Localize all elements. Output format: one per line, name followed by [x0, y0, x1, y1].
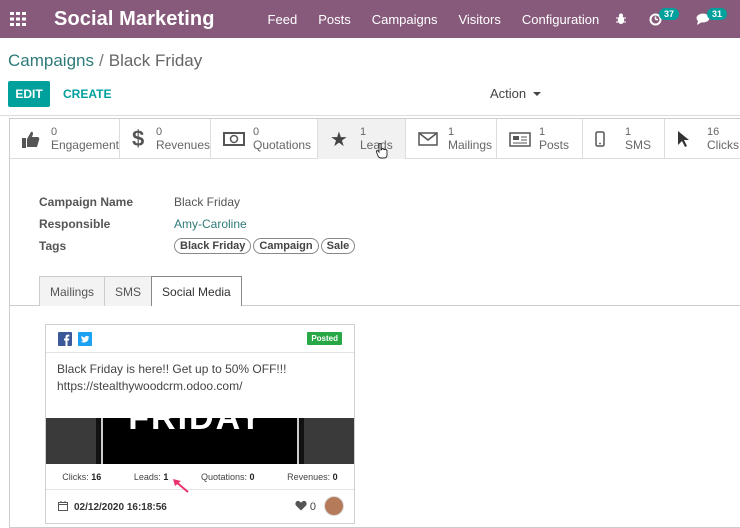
- hand-cursor-icon: [375, 143, 388, 162]
- post-message: Black Friday is here!! Get up to 50% OFF…: [57, 361, 286, 395]
- smart-button-engagement[interactable]: 0 Engagement: [10, 119, 120, 159]
- heart-icon: [295, 500, 307, 514]
- dollar-icon: $: [132, 126, 145, 151]
- responsible-label: Responsible: [39, 217, 111, 231]
- calendar-icon: [58, 501, 68, 514]
- menu-posts[interactable]: Posts: [318, 12, 351, 27]
- smart-button-clicks[interactable]: 16 Clicks: [665, 119, 740, 159]
- tag-sale[interactable]: Sale: [320, 238, 356, 254]
- newspaper-icon: [509, 131, 533, 147]
- envelope-icon: [418, 132, 442, 146]
- mobile-icon: [595, 131, 619, 147]
- breadcrumb-separator: /: [99, 51, 104, 70]
- top-navbar: Social Marketing Feed Posts Campaigns Vi…: [0, 0, 740, 38]
- stat-leads-value: 1: [163, 472, 169, 482]
- notebook-tabs: Mailings SMS Social Media: [39, 276, 242, 306]
- stat-clicks-label: Clicks:: [62, 472, 89, 482]
- star-icon: ★: [330, 128, 348, 151]
- tag-campaign[interactable]: Campaign: [253, 238, 319, 254]
- create-button[interactable]: CREATE: [63, 81, 111, 107]
- systray: 37 31: [615, 0, 740, 38]
- tags-list: Black Friday Campaign Sale: [174, 238, 357, 254]
- post-image-left-panel: [46, 418, 96, 464]
- edit-button[interactable]: EDIT: [8, 81, 50, 107]
- post-stats: Clicks: 16 Leads: 1 Quotations: 0 Revenu…: [46, 472, 354, 482]
- caret-down-icon: [533, 91, 542, 96]
- app-title: Social Marketing: [54, 7, 215, 30]
- stat-revenues-label: Revenues:: [287, 472, 331, 482]
- action-label: Action: [490, 86, 527, 101]
- mailings-label: Mailings: [448, 138, 493, 152]
- money-icon: [223, 132, 247, 146]
- sms-label: SMS: [625, 138, 652, 152]
- breadcrumb-current: Black Friday: [108, 51, 203, 70]
- stat-clicks-value: 16: [91, 472, 102, 482]
- smart-button-mailings[interactable]: 1 Mailings: [406, 119, 497, 159]
- facebook-icon: [58, 332, 72, 346]
- stat-quotations-value: 0: [249, 472, 255, 482]
- activity-badge: 37: [658, 8, 679, 20]
- annotation-arrow-icon: [172, 478, 190, 497]
- stat-revenues: Revenues: 0: [287, 472, 338, 482]
- likes-count: 0: [309, 501, 316, 513]
- menu-campaigns[interactable]: Campaigns: [372, 12, 438, 27]
- stat-leads-label: Leads:: [133, 472, 161, 482]
- engagement-label: Engagement: [50, 138, 119, 152]
- form-sheet: 0 Engagement $ 0 Revenues 0 Quotations ★ 1L…: [9, 118, 740, 528]
- smart-buttons: 0 Engagement $ 0 Revenues 0 Quotations ★ 1L…: [10, 119, 740, 159]
- tab-social-media[interactable]: Social Media: [151, 276, 242, 306]
- post-message-line-1: Black Friday is here!! Get up to 50% OFF…: [57, 362, 287, 376]
- responsible-link[interactable]: Amy-Caroline: [174, 217, 247, 231]
- campaign-name-value: Black Friday: [174, 195, 241, 209]
- post-image: FRIDAY: [46, 418, 354, 464]
- social-post-card[interactable]: Posted Black Friday is here!! Get up to …: [45, 324, 355, 524]
- post-date-value: 02/12/2020 16:18:56: [74, 502, 167, 513]
- bug-icon[interactable]: [615, 13, 627, 25]
- stat-leads: Leads: 1: [134, 472, 169, 482]
- menu-configuration[interactable]: Configuration: [522, 12, 599, 27]
- stat-revenues-value: 0: [332, 472, 338, 482]
- apps-menu-icon[interactable]: [3, 0, 33, 38]
- clicks-label: Clicks: [707, 138, 739, 152]
- campaign-name-label: Campaign Name: [39, 195, 134, 209]
- breadcrumb: Campaigns / Black Friday: [8, 51, 202, 71]
- messages-badge: 31: [706, 8, 727, 20]
- post-image-right-panel: [304, 418, 354, 464]
- quotations-label: Quotations: [253, 138, 312, 152]
- tag-black-friday[interactable]: Black Friday: [174, 238, 252, 254]
- post-date: 02/12/2020 16:18:56: [58, 501, 167, 514]
- campaign-fields: Campaign Name Black Friday Responsible Amy…: [39, 191, 357, 257]
- revenues-label: Revenues: [155, 138, 210, 152]
- main-menu: Feed Posts Campaigns Visitors Configurat…: [268, 12, 621, 27]
- stat-clicks: Clicks: 16: [62, 472, 101, 482]
- tab-sms[interactable]: SMS: [104, 276, 153, 306]
- post-card-header: Posted: [46, 325, 354, 353]
- post-message-line-2: https://stealthywoodcrm.odoo.com/: [57, 379, 243, 393]
- messages-icon[interactable]: 31: [696, 8, 730, 25]
- twitter-icon: [78, 332, 92, 346]
- post-likes[interactable]: 0: [295, 500, 316, 514]
- menu-visitors[interactable]: Visitors: [458, 12, 500, 27]
- thumbs-up-icon: [22, 131, 45, 148]
- smart-button-sms[interactable]: 1 SMS: [583, 119, 665, 159]
- post-card-footer: 02/12/2020 16:18:56 0: [46, 489, 354, 523]
- breadcrumb-campaigns[interactable]: Campaigns: [8, 51, 94, 70]
- smart-button-quotations[interactable]: 0 Quotations: [211, 119, 318, 159]
- post-image-text: FRIDAY: [128, 418, 264, 437]
- tab-mailings[interactable]: Mailings: [39, 276, 106, 306]
- activity-icon[interactable]: 37: [649, 8, 682, 26]
- menu-feed[interactable]: Feed: [268, 12, 298, 27]
- posted-badge: Posted: [307, 332, 342, 345]
- smart-button-leads[interactable]: ★ 1 Leads: [318, 119, 406, 159]
- control-panel: Campaigns / Black Friday EDIT CREATE Actio…: [0, 38, 740, 116]
- stat-quotations: Quotations: 0: [201, 472, 255, 482]
- smart-button-posts[interactable]: 1 Posts: [497, 119, 583, 159]
- pointer-icon: [677, 130, 701, 148]
- posts-label: Posts: [539, 138, 570, 152]
- smart-button-revenues[interactable]: $ 0 Revenues: [120, 119, 211, 159]
- tags-label: Tags: [39, 239, 67, 253]
- stat-quotations-label: Quotations:: [201, 472, 248, 482]
- action-dropdown[interactable]: Action: [490, 86, 542, 101]
- avatar[interactable]: [324, 496, 344, 516]
